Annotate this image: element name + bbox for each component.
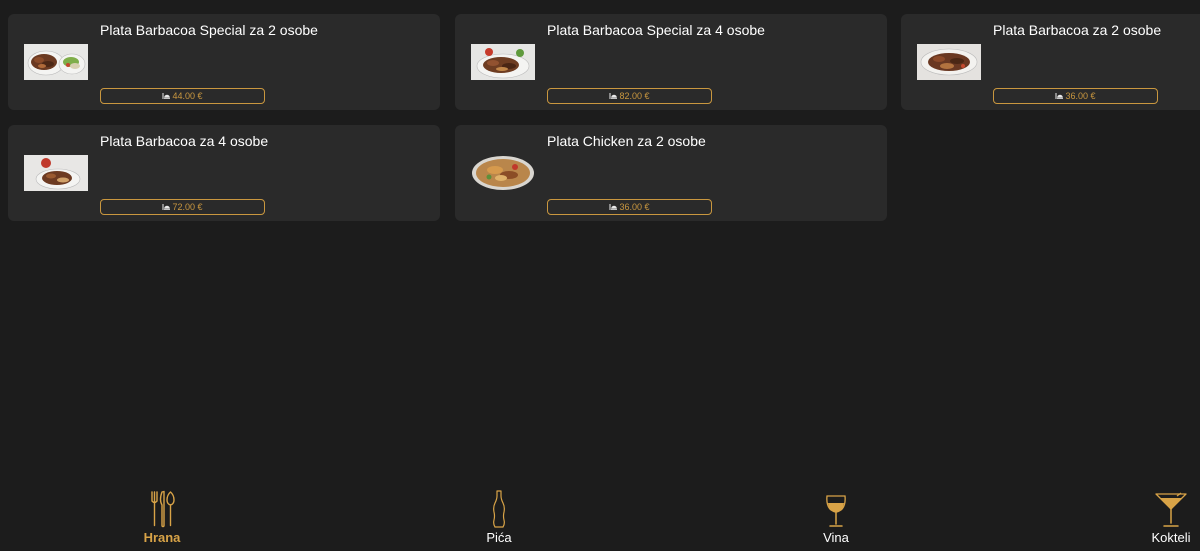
nav-label: Pića [486,530,512,545]
fork-knife-icon [149,490,175,528]
price-tag: 36.00 € [547,199,712,215]
dish-icon [609,203,618,211]
menu-item-name: Plata Barbacoa za 2 osobe [993,22,1162,38]
bottle-icon [492,490,506,528]
menu-item-card[interactable]: Plata Barbacoa za 2 osobe 36.00 € [901,14,1200,110]
menu-item-card[interactable]: Plata Barbacoa Special za 4 osobe 82.00 … [455,14,887,110]
cocktail-glass-icon [1155,490,1187,528]
price-tag: 82.00 € [547,88,712,104]
menu-screen: Plata Barbacoa Special za 2 osobe 44.00 … [0,0,1200,551]
wine-glass-icon [825,490,847,528]
menu-item-card[interactable]: Plata Barbacoa Special za 2 osobe 44.00 … [8,14,440,110]
menu-item-name: Plata Barbacoa za 4 osobe [100,133,269,149]
nav-tab-cocktails[interactable]: Kokteli [1142,490,1200,548]
menu-item-name: Plata Barbacoa Special za 4 osobe [547,22,765,38]
grilled-platter-photo [24,155,88,191]
price-tag: 44.00 € [100,88,265,104]
nav-tab-wine[interactable]: Vina [807,490,865,548]
dish-icon [609,92,618,100]
nav-label: Kokteli [1151,530,1191,545]
chicken-platter-photo [471,155,535,191]
price-value: 36.00 € [619,202,650,212]
price-value: 82.00 € [619,91,650,101]
dish-icon [1055,92,1064,100]
grilled-platter-photo [471,44,535,80]
price-tag: 72.00 € [100,199,265,215]
dish-icon [162,92,171,100]
dish-icon [162,203,171,211]
menu-item-name: Plata Barbacoa Special za 2 osobe [100,22,318,38]
nav-label: Vina [823,530,849,545]
nav-tab-food[interactable]: Hrana [132,490,192,548]
nav-tab-drinks[interactable]: Pića [470,490,528,548]
nav-label: Hrana [143,530,181,545]
menu-item-card[interactable]: Plata Barbacoa za 4 osobe 72.00 € [8,125,440,221]
menu-item-name: Plata Chicken za 2 osobe [547,133,706,149]
price-value: 72.00 € [172,202,203,212]
grilled-platter-photo [917,44,981,80]
menu-item-card[interactable]: Plata Chicken za 2 osobe 36.00 € [455,125,887,221]
price-tag: 36.00 € [993,88,1158,104]
price-value: 44.00 € [172,91,203,101]
price-value: 36.00 € [1065,91,1096,101]
grilled-platter-photo [24,44,88,80]
